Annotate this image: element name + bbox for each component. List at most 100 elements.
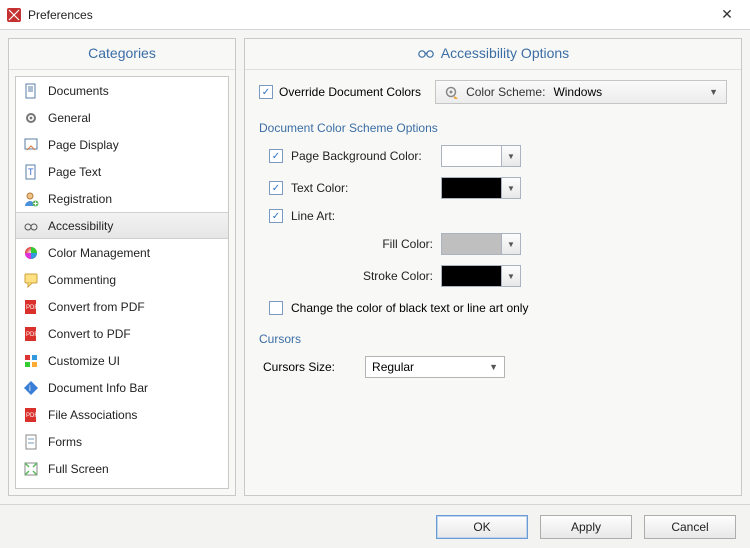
category-item-convert-from-pdf[interactable]: PDFConvert from PDF [16, 293, 228, 320]
options-panel: Accessibility Options Override Document … [244, 38, 742, 496]
comment-icon [22, 271, 40, 289]
chevron-down-icon: ▼ [502, 146, 520, 166]
content-area: Categories DocumentsGeneralPage DisplayT… [0, 30, 750, 504]
category-item-page-display[interactable]: Page Display [16, 131, 228, 158]
text-color-label: Text Color: [291, 181, 441, 195]
fill-color-row: Fill Color: ▼ [269, 233, 727, 255]
gear-icon [444, 85, 458, 99]
text-color-picker[interactable]: ▼ [441, 177, 521, 199]
cursors-size-select[interactable]: Regular ▼ [365, 356, 505, 378]
close-button[interactable]: ✕ [712, 6, 742, 23]
apply-button[interactable]: Apply [540, 515, 632, 539]
glasses-icon [417, 47, 435, 59]
stroke-color-picker[interactable]: ▼ [441, 265, 521, 287]
options-title: Accessibility Options [245, 39, 741, 70]
app-icon [6, 7, 22, 23]
category-item-label: Page Text [48, 165, 101, 179]
pdf-to-icon: PDF [22, 325, 40, 343]
cancel-button[interactable]: Cancel [644, 515, 736, 539]
page-bg-checkbox[interactable] [269, 149, 283, 163]
category-item-convert-to-pdf[interactable]: PDF Convert to PDF [16, 320, 228, 347]
override-label: Override Document Colors [279, 85, 421, 99]
category-item-accessibility[interactable]: Accessibility [16, 212, 228, 239]
categories-title-text: Categories [88, 45, 156, 61]
fill-color-swatch [442, 234, 502, 254]
category-item-documents[interactable]: Documents [16, 77, 228, 104]
fullscreen-icon [22, 460, 40, 478]
category-item-label: Color Management [48, 246, 150, 260]
override-row: Override Document Colors Color Scheme: W… [259, 80, 727, 104]
category-item-forms[interactable]: Forms [16, 428, 228, 455]
page-display-icon [22, 136, 40, 154]
category-item-label: Documents [48, 84, 109, 98]
user-icon [22, 487, 40, 490]
chevron-down-icon: ▼ [502, 234, 520, 254]
category-item-color-management[interactable]: Color Management [16, 239, 228, 266]
category-item-commenting[interactable]: Commenting [16, 266, 228, 293]
black-only-checkbox[interactable] [269, 301, 283, 315]
stroke-color-label: Stroke Color: [269, 269, 441, 283]
svg-text:T: T [28, 167, 34, 177]
category-item-label: Customize UI [48, 354, 120, 368]
svg-text:PDF: PDF [26, 413, 38, 419]
grid-icon [22, 352, 40, 370]
page-bg-swatch [442, 146, 502, 166]
category-item-identity[interactable]: Identity [16, 482, 228, 489]
options-grid: Page Background Color: ▼ Text Color: ▼ L… [269, 145, 727, 223]
category-item-label: Document Info Bar [48, 381, 148, 395]
options-title-text: Accessibility Options [441, 45, 569, 61]
categories-title: Categories [9, 39, 235, 70]
category-item-file-associations[interactable]: PDF File Associations [16, 401, 228, 428]
override-checkbox-row[interactable]: Override Document Colors [259, 85, 421, 99]
black-only-row[interactable]: Change the color of black text or line a… [269, 301, 727, 315]
chevron-down-icon: ▼ [709, 87, 718, 97]
fill-color-picker[interactable]: ▼ [441, 233, 521, 255]
cursors-title: Cursors [259, 332, 727, 346]
gear-icon [22, 109, 40, 127]
categories-panel: Categories DocumentsGeneralPage DisplayT… [8, 38, 236, 496]
chevron-down-icon: ▼ [502, 178, 520, 198]
doc-color-scheme-title: Document Color Scheme Options [259, 121, 727, 135]
category-item-label: Forms [48, 435, 82, 449]
category-item-customize-ui[interactable]: Customize UI [16, 347, 228, 374]
svg-text:PDF: PDF [26, 332, 38, 338]
text-color-checkbox[interactable] [269, 181, 283, 195]
stroke-color-swatch [442, 266, 502, 286]
category-item-label: Commenting [48, 273, 116, 287]
color-wheel-icon [22, 244, 40, 262]
fill-color-label: Fill Color: [269, 237, 441, 251]
category-item-registration[interactable]: Registration [16, 185, 228, 212]
options-body: Override Document Colors Color Scheme: W… [245, 70, 741, 495]
doc-color-scheme-group: Document Color Scheme Options Page Backg… [259, 114, 727, 315]
color-scheme-dropdown[interactable]: Color Scheme: Windows ▼ [435, 80, 727, 104]
category-item-label: Accessibility [48, 219, 113, 233]
forms-icon [22, 433, 40, 451]
category-item-document-info-bar[interactable]: i Document Info Bar [16, 374, 228, 401]
titlebar: Preferences ✕ [0, 0, 750, 30]
ok-button[interactable]: OK [436, 515, 528, 539]
line-art-checkbox[interactable] [269, 209, 283, 223]
category-item-page-text[interactable]: T Page Text [16, 158, 228, 185]
stroke-color-row: Stroke Color: ▼ [269, 265, 727, 287]
category-item-general[interactable]: General [16, 104, 228, 131]
category-item-label: Registration [48, 192, 112, 206]
page-bg-color-picker[interactable]: ▼ [441, 145, 521, 167]
chevron-down-icon: ▼ [489, 362, 498, 372]
category-item-label: File Associations [48, 408, 137, 422]
info-bar-icon: i [22, 379, 40, 397]
category-item-full-screen[interactable]: Full Screen [16, 455, 228, 482]
pdf-file-icon: PDF [22, 406, 40, 424]
text-color-swatch [442, 178, 502, 198]
dialog-footer: OK Apply Cancel [0, 504, 750, 548]
chevron-down-icon: ▼ [502, 266, 520, 286]
window-title: Preferences [28, 8, 712, 22]
scheme-value: Windows [553, 85, 701, 99]
override-checkbox[interactable] [259, 85, 273, 99]
categories-list[interactable]: Documents GeneralPage Display T Page Text Re… [15, 76, 229, 489]
cursors-size-label: Cursors Size: [263, 360, 335, 374]
page-bg-label: Page Background Color: [291, 149, 441, 163]
category-item-label: Convert to PDF [48, 327, 131, 341]
svg-text:PDF: PDF [26, 305, 38, 311]
category-item-label: Identity [48, 489, 87, 490]
cursors-size-value: Regular [372, 360, 489, 374]
